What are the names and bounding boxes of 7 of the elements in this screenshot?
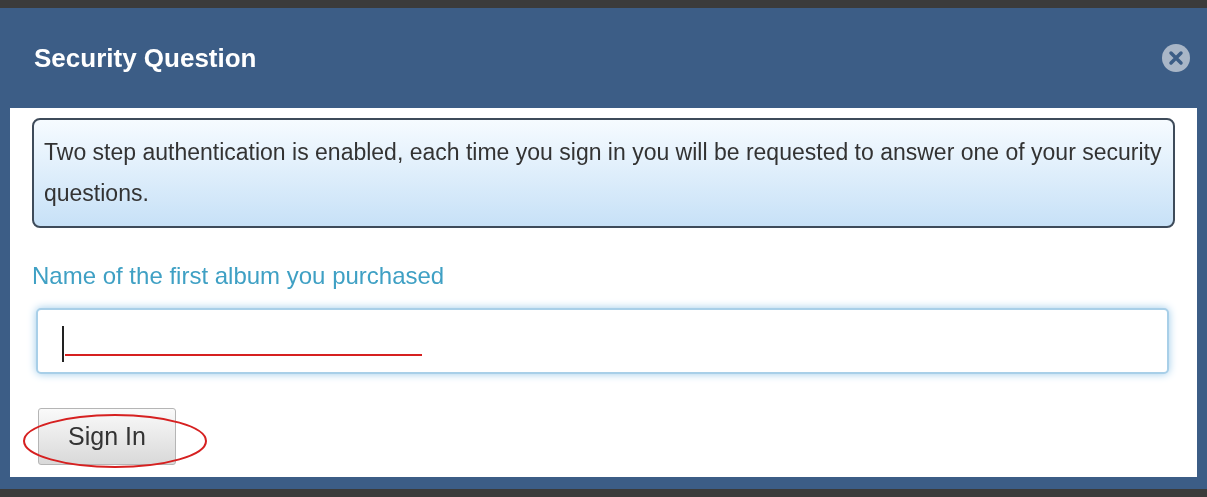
text-cursor [62, 326, 64, 362]
sign-in-button[interactable]: Sign In [38, 408, 176, 465]
answer-field[interactable] [36, 308, 1169, 374]
dialog-title: Security Question [34, 41, 257, 75]
close-icon[interactable] [1161, 43, 1191, 73]
question-label: Name of the first album you purchased [32, 261, 446, 291]
info-message: Two step authentication is enabled, each time you sign in you will be requested to answer one of your security questions. [32, 118, 1175, 228]
